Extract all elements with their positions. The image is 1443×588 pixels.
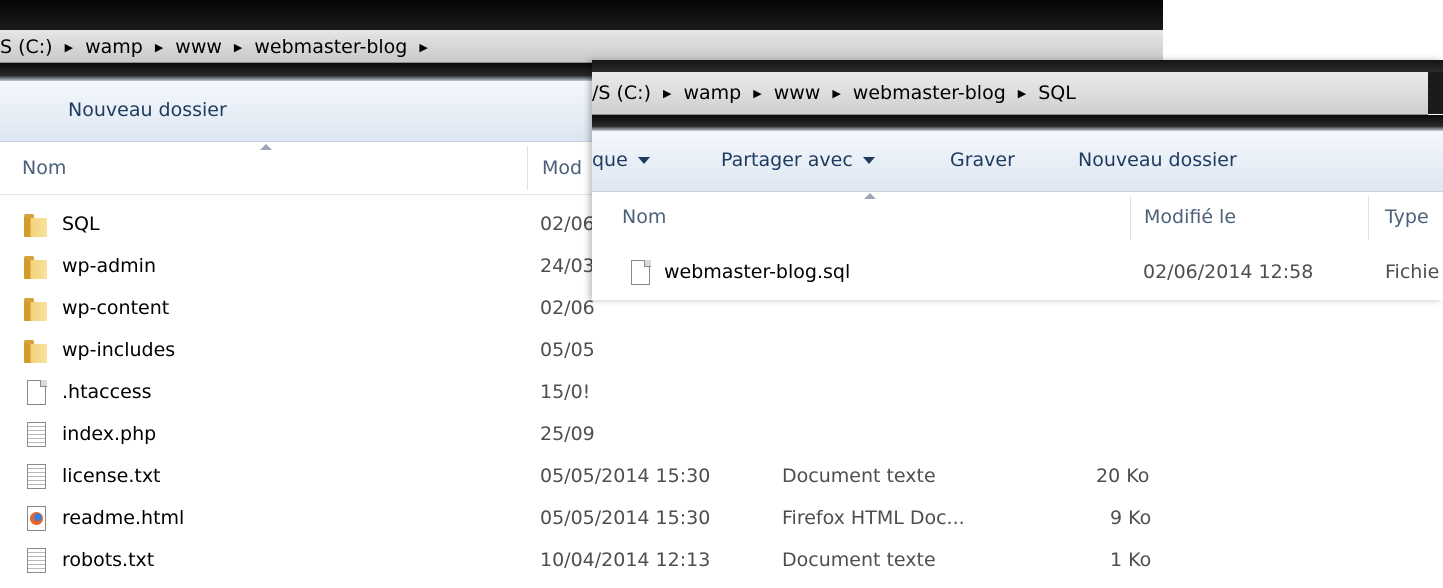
column-header-modified[interactable]: Modifié le — [1144, 206, 1236, 228]
new-folder-button[interactable]: Nouveau dossier — [1078, 149, 1237, 171]
item-name: SQL — [62, 213, 100, 235]
item-modified: 05/05/2014 15:30 — [540, 507, 711, 529]
address-bar[interactable]: /S (C:) ▶ wamp ▶ www ▶ webmaster-blog ▶ … — [592, 72, 1428, 115]
item-modified: 10/04/2014 12:13 — [540, 549, 711, 571]
window-frame-edge — [1428, 72, 1443, 114]
breadcrumb-wamp[interactable]: wamp — [683, 82, 741, 104]
item-modified: 02/06/2014 12:58 — [1143, 261, 1314, 283]
list-item[interactable]: .htaccess 15/0! — [0, 372, 1163, 414]
breadcrumb-drive[interactable]: S (C:) — [0, 36, 53, 58]
item-name: robots.txt — [62, 549, 155, 571]
item-name: webmaster-blog.sql — [664, 261, 851, 283]
item-type: Fichie — [1385, 261, 1440, 283]
burn-button[interactable]: Graver — [950, 149, 1015, 171]
text-file-icon — [22, 421, 50, 449]
breadcrumb-webmaster-blog[interactable]: webmaster-blog — [254, 36, 407, 58]
breadcrumb: S (C:) ▶ wamp ▶ www ▶ webmaster-blog ▶ — [0, 35, 440, 59]
chevron-down-icon — [862, 157, 875, 164]
item-modified: 05/05 — [540, 339, 595, 361]
item-size: 1 Ko — [1110, 549, 1152, 571]
column-divider[interactable] — [1368, 196, 1369, 240]
list-item[interactable]: wp-includes 05/05 — [0, 330, 1163, 372]
sort-ascending-icon — [260, 144, 272, 150]
item-type: Firefox HTML Doc... — [782, 507, 965, 529]
column-header-modified[interactable]: Mod — [542, 157, 582, 179]
item-name: readme.html — [62, 507, 185, 529]
explorer-window-sql: /S (C:) ▶ wamp ▶ www ▶ webmaster-blog ▶ … — [592, 60, 1443, 300]
breadcrumb-separator-icon[interactable]: ▶ — [663, 87, 671, 100]
file-icon — [626, 259, 654, 287]
item-modified: 02/06 — [540, 297, 595, 319]
list-item[interactable]: robots.txt 10/04/2014 12:13 Document tex… — [0, 540, 1163, 582]
breadcrumb-drive[interactable]: /S (C:) — [592, 82, 651, 104]
share-with-button-label: Partager avec — [721, 149, 853, 171]
item-modified: 24/03 — [540, 255, 595, 277]
sort-ascending-icon — [864, 193, 876, 199]
column-divider[interactable] — [1130, 196, 1131, 240]
breadcrumb-separator-icon[interactable]: ▶ — [65, 41, 73, 54]
breadcrumb-separator-icon[interactable]: ▶ — [234, 41, 242, 54]
breadcrumb-separator-icon[interactable]: ▶ — [832, 87, 840, 100]
list-item[interactable]: webmaster-blog.sql 02/06/2014 12:58 Fich… — [592, 252, 1443, 294]
breadcrumb-separator-icon[interactable]: ▶ — [155, 41, 163, 54]
address-bar[interactable]: S (C:) ▶ wamp ▶ www ▶ webmaster-blog ▶ — [0, 30, 1163, 63]
firefox-icon — [22, 505, 50, 533]
item-modified: 05/05/2014 15:30 — [540, 465, 711, 487]
text-file-icon — [22, 547, 50, 575]
breadcrumb-sql[interactable]: SQL — [1038, 82, 1076, 104]
item-modified: 02/06 — [540, 213, 595, 235]
item-size: 20 Ko — [1096, 465, 1150, 487]
list-item[interactable]: readme.html 05/05/2014 15:30 Firefox HTM… — [0, 498, 1163, 540]
item-name: license.txt — [62, 465, 161, 487]
organize-button-label: que — [592, 149, 628, 171]
folder-icon — [22, 337, 50, 365]
item-type: Document texte — [782, 465, 936, 487]
column-header-name[interactable]: Nom — [622, 206, 666, 228]
file-icon — [22, 379, 50, 407]
column-header-name[interactable]: Nom — [22, 157, 66, 179]
breadcrumb-www[interactable]: www — [175, 36, 222, 58]
breadcrumb: /S (C:) ▶ wamp ▶ www ▶ webmaster-blog ▶ … — [592, 81, 1076, 105]
list-item[interactable]: license.txt 05/05/2014 15:30 Document te… — [0, 456, 1163, 498]
text-file-icon — [22, 463, 50, 491]
window-frame-top — [592, 60, 1443, 72]
item-modified: 15/0! — [540, 381, 591, 403]
item-name: .htaccess — [62, 381, 152, 403]
column-headers: Nom Modifié le Type — [592, 192, 1443, 244]
breadcrumb-wamp[interactable]: wamp — [85, 36, 143, 58]
item-size: 9 Ko — [1110, 507, 1152, 529]
window-frame-gap — [592, 115, 1443, 131]
item-modified: 25/09 — [540, 423, 595, 445]
breadcrumb-www[interactable]: www — [774, 82, 821, 104]
breadcrumb-separator-icon[interactable]: ▶ — [753, 87, 761, 100]
item-name: wp-includes — [62, 339, 176, 361]
new-folder-button[interactable]: Nouveau dossier — [68, 99, 227, 121]
item-name: wp-admin — [62, 255, 156, 277]
breadcrumb-webmaster-blog[interactable]: webmaster-blog — [853, 82, 1006, 104]
breadcrumb-separator-icon[interactable]: ▶ — [419, 41, 427, 54]
share-with-button[interactable]: Partager avec — [721, 149, 875, 171]
folder-icon — [22, 211, 50, 239]
command-bar: que Partager avec Graver Nouveau dossier — [592, 131, 1443, 192]
window-frame-top — [0, 0, 1163, 30]
column-header-type[interactable]: Type — [1385, 206, 1429, 228]
item-name: index.php — [62, 423, 157, 445]
column-divider[interactable] — [527, 146, 528, 190]
chevron-down-icon — [637, 157, 650, 164]
item-type: Document texte — [782, 549, 936, 571]
breadcrumb-separator-icon[interactable]: ▶ — [1018, 87, 1026, 100]
item-name: wp-content — [62, 297, 170, 319]
organize-button[interactable]: que — [592, 149, 650, 171]
list-item[interactable]: index.php 25/09 — [0, 414, 1163, 456]
folder-icon — [22, 253, 50, 281]
folder-icon — [22, 295, 50, 323]
